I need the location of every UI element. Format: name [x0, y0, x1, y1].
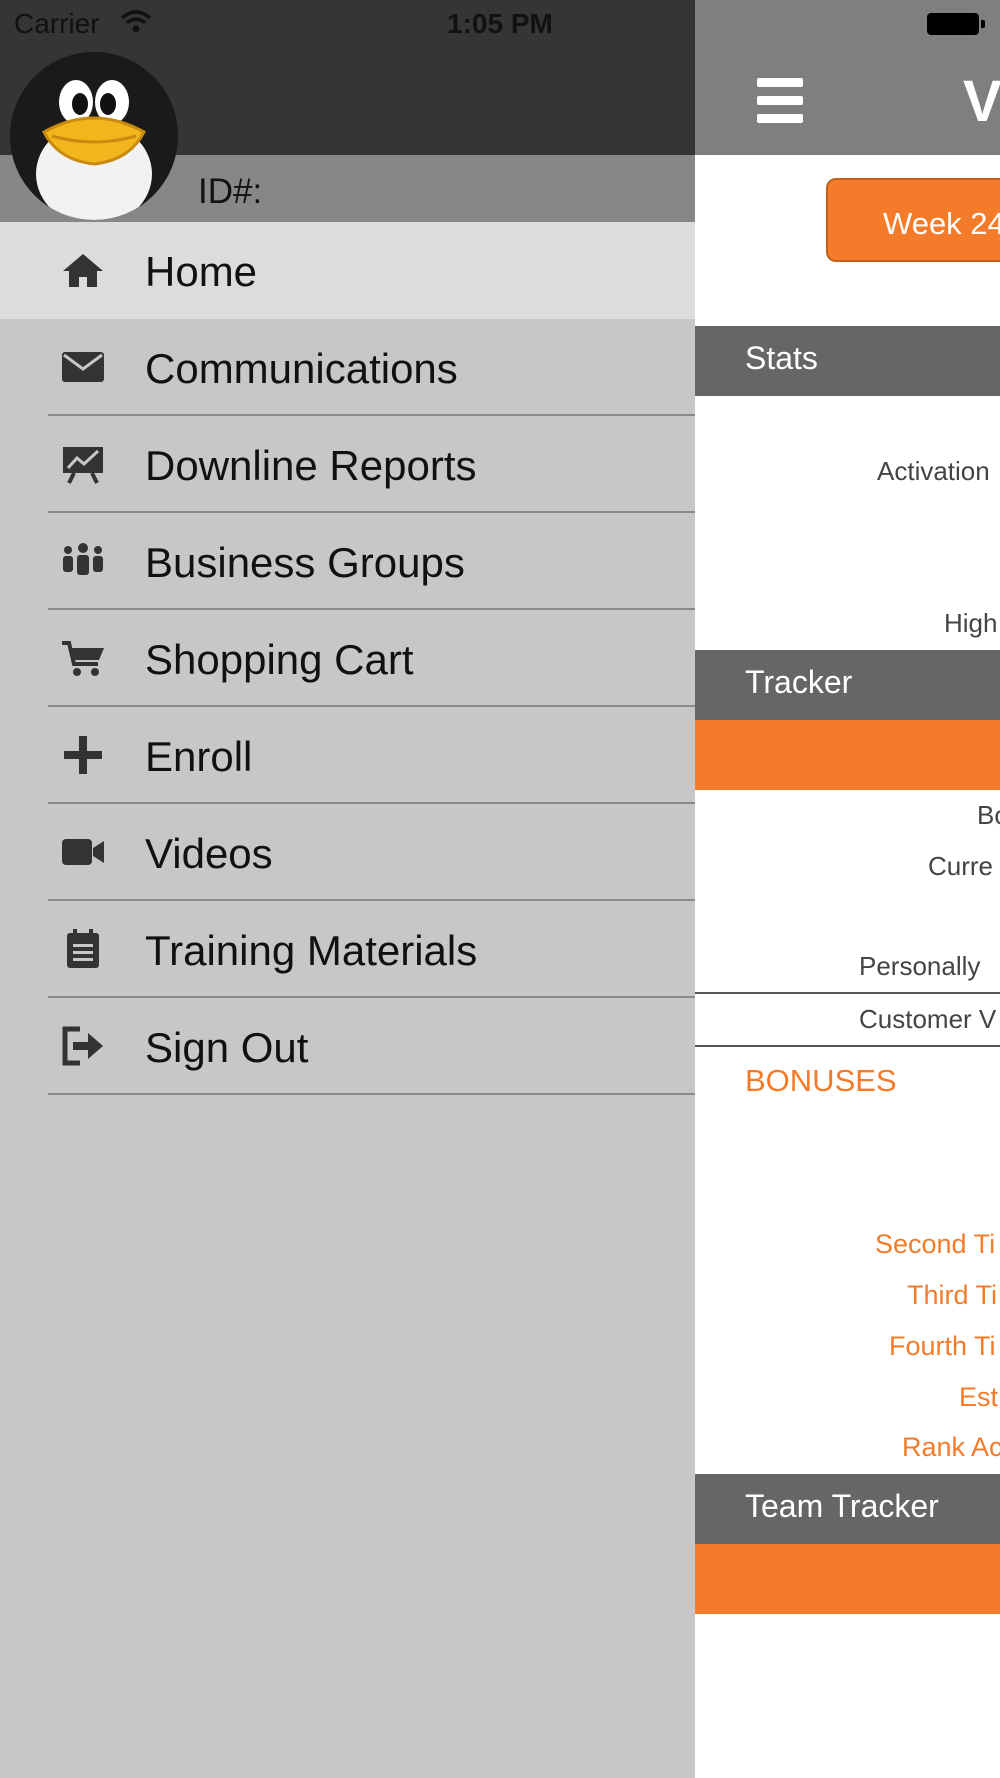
cart-icon — [62, 641, 104, 676]
clock: 1:05 PM — [447, 8, 553, 39]
avatar[interactable] — [10, 52, 178, 220]
menu-item-label: Enroll — [145, 733, 253, 780]
plus-icon — [64, 736, 102, 774]
battery-icon — [927, 13, 985, 35]
presentation-chart-icon — [63, 447, 103, 484]
menu-item-label: Home — [145, 248, 258, 295]
menu-item-label: Training Materials — [145, 927, 478, 974]
carrier-label: Carrier — [14, 8, 100, 39]
tracker-row-label: Personally — [859, 951, 981, 981]
tracker-heading: Tracker — [695, 650, 1000, 720]
menu-item-label: Sign Out — [145, 1024, 309, 1071]
status-bar: Carrier 1:05 PM — [0, 0, 1000, 48]
bonus-row-label: Rank Ac — [902, 1432, 1000, 1462]
bonus-row-label: Second Ti — [875, 1229, 996, 1259]
menu-item-label: Downline Reports — [145, 442, 477, 489]
envelope-icon — [62, 352, 104, 382]
stats-high-label: High — [944, 608, 998, 638]
bonuses-heading: BONUSES — [745, 1063, 897, 1098]
tracker-row-label: Customer V — [859, 1004, 997, 1034]
menu-item-communications[interactable]: Communications — [0, 319, 695, 416]
stats-activation-label: Activation — [877, 456, 990, 486]
team-tracker-band — [695, 1544, 1000, 1614]
clipboard-icon — [67, 929, 99, 968]
week-button[interactable]: Week 24 — [826, 178, 1000, 262]
menu-item-label: Business Groups — [145, 539, 465, 586]
menu-item-label: Videos — [145, 830, 273, 877]
divider — [48, 1093, 695, 1095]
menu-item-sign-out[interactable]: Sign Out — [0, 998, 695, 1095]
people-group-icon — [63, 543, 103, 575]
menu-item-home[interactable]: Home — [0, 222, 695, 319]
member-id-label: ID#: — [198, 172, 263, 211]
menu-item-enroll[interactable]: Enroll — [0, 707, 695, 804]
side-drawer: ID#: Home Communications Downline Report… — [0, 0, 695, 1778]
menu-item-label: Shopping Cart — [145, 636, 414, 683]
video-camera-icon — [62, 839, 104, 865]
bonus-row-label: Third Ti — [907, 1280, 998, 1310]
menu-item-label: Communications — [145, 345, 458, 392]
menu-item-training-materials[interactable]: Training Materials — [0, 901, 695, 998]
main-screen: V Week 24 Stats Activation High Tracker … — [695, 0, 1000, 1778]
menu-item-shopping-cart[interactable]: Shopping Cart — [0, 610, 695, 707]
sign-out-icon — [62, 1026, 103, 1066]
divider — [695, 1045, 1000, 1047]
menu-item-business-groups[interactable]: Business Groups — [0, 513, 695, 610]
tracker-row-label: Bo — [977, 800, 1000, 830]
stats-heading: Stats — [695, 326, 1000, 396]
tracker-band — [695, 720, 1000, 790]
menu-item-videos[interactable]: Videos — [0, 804, 695, 901]
divider — [695, 992, 1000, 994]
tracker-row-label: Curre — [928, 851, 994, 881]
main-title: V — [963, 69, 1000, 134]
bonus-row-label: Fourth Ti — [889, 1331, 996, 1361]
menu-item-downline-reports[interactable]: Downline Reports — [0, 416, 695, 513]
home-icon — [63, 254, 103, 287]
menu-icon[interactable] — [757, 78, 803, 124]
wifi-icon — [120, 10, 152, 33]
bonus-row-label: Est — [959, 1382, 999, 1412]
team-tracker-heading: Team Tracker — [695, 1474, 1000, 1544]
